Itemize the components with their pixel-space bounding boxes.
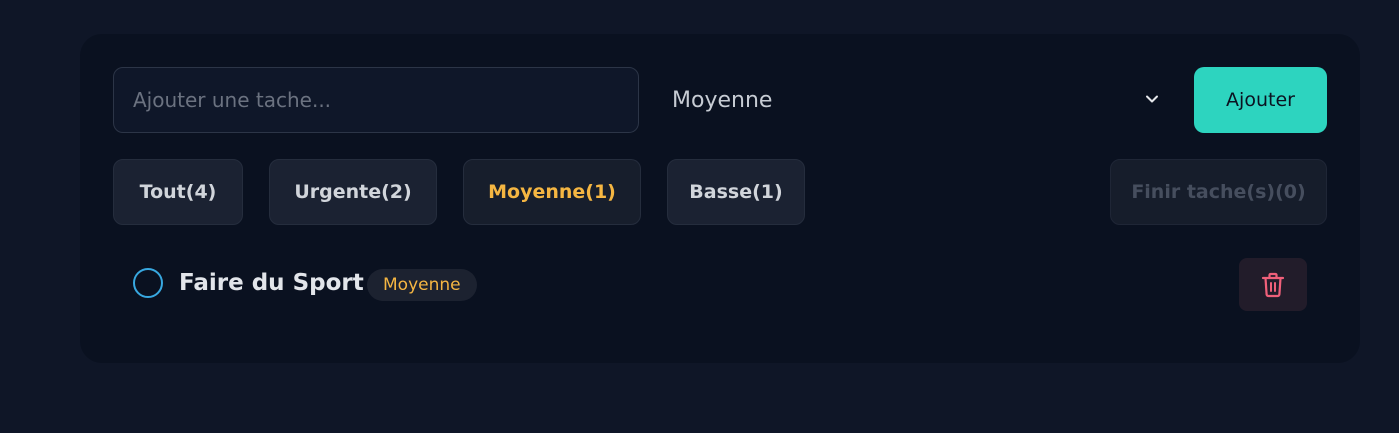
task-input[interactable] <box>113 67 639 133</box>
filter-urgente-button[interactable]: Urgente(2) <box>269 159 437 225</box>
priority-badge: Moyenne <box>367 269 477 301</box>
task-item: Faire du Sport Moyenne <box>133 258 1307 312</box>
chevron-down-icon <box>1146 95 1158 103</box>
task-checkbox[interactable] <box>133 268 163 298</box>
todo-panel: Moyenne Ajouter Tout(4) Urgente(2) Moyen… <box>80 34 1360 363</box>
trash-icon <box>1261 272 1285 297</box>
delete-task-button[interactable] <box>1239 258 1307 311</box>
filter-basse-button[interactable]: Basse(1) <box>667 159 805 225</box>
filter-all-button[interactable]: Tout(4) <box>113 159 243 225</box>
task-title: Faire du Sport <box>179 270 364 296</box>
add-button[interactable]: Ajouter <box>1194 67 1327 133</box>
priority-select-value: Moyenne <box>672 87 773 113</box>
priority-select[interactable]: Moyenne <box>672 67 1174 133</box>
filter-moyenne-button[interactable]: Moyenne(1) <box>463 159 641 225</box>
finish-tasks-button[interactable]: Finir tache(s)(0) <box>1110 159 1327 225</box>
